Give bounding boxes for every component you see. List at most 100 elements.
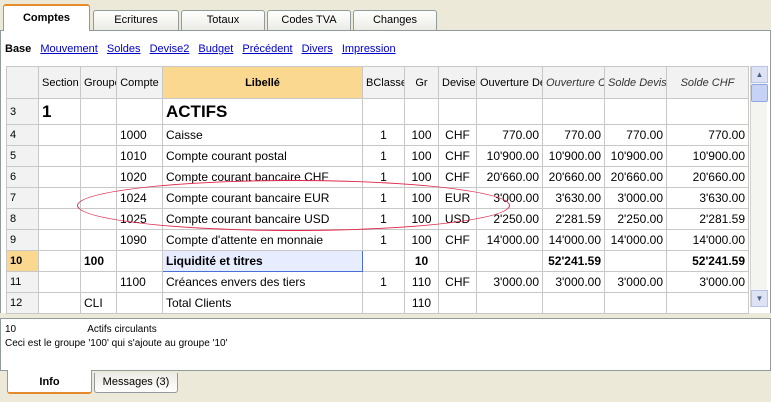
col-ouverture-chf[interactable]: Ouverture CHF: [542, 66, 605, 99]
scroll-down-arrow-icon[interactable]: ▼: [751, 290, 768, 307]
cell-groupe[interactable]: [80, 166, 117, 188]
cell-bclasse[interactable]: 1: [362, 229, 405, 251]
cell-ouverture-chf[interactable]: 52'241.59: [542, 250, 605, 272]
cell-solde-chf[interactable]: 3'630.00: [666, 187, 749, 209]
cell-groupe[interactable]: [80, 187, 117, 209]
cell-compte[interactable]: [116, 98, 163, 125]
cell-gr[interactable]: 100: [404, 145, 439, 167]
cell-libelle[interactable]: Compte courant bancaire CHF: [162, 166, 363, 188]
view-base[interactable]: Base: [5, 43, 31, 55]
cell-gr[interactable]: 110: [404, 271, 439, 293]
cell-gr[interactable]: 100: [404, 229, 439, 251]
cell-ouverture-chf[interactable]: 20'660.00: [542, 166, 605, 188]
cell-solde-chf[interactable]: 2'281.59: [666, 208, 749, 230]
view-divers[interactable]: Divers: [302, 43, 333, 55]
cell-groupe[interactable]: [80, 271, 117, 293]
cell-section[interactable]: [38, 292, 81, 314]
cell-groupe[interactable]: [80, 229, 117, 251]
cell-compte[interactable]: 1025: [116, 208, 163, 230]
cell-solde-chf[interactable]: 20'660.00: [666, 166, 749, 188]
table-row[interactable]: 4 1000 Caisse 1 100 CHF 770.00 770.00 770.00 770.…: [6, 124, 749, 146]
view-mouvement[interactable]: Mouvement: [40, 43, 97, 55]
cell-solde-devise[interactable]: 3'000.00: [604, 271, 667, 293]
cell-ouverture-chf[interactable]: 10'900.00: [542, 145, 605, 167]
cell-groupe[interactable]: [80, 98, 117, 125]
cell-section[interactable]: [38, 208, 81, 230]
cell-ouverture-chf[interactable]: [542, 98, 605, 125]
table-row[interactable]: 8 1025 Compte courant bancaire USD 1 100 USD 2…: [6, 208, 749, 230]
cell-solde-devise[interactable]: [604, 98, 667, 125]
cell-ouverture-devise[interactable]: [476, 292, 543, 314]
cell-libelle[interactable]: Créances envers des tiers: [162, 271, 363, 293]
cell-gr[interactable]: 100: [404, 166, 439, 188]
table-row[interactable]: 6 1020 Compte courant bancaire CHF 1 100 CHF 2…: [6, 166, 749, 188]
cell-gr[interactable]: 110: [404, 292, 439, 314]
cell-solde-devise[interactable]: 3'000.00: [604, 187, 667, 209]
cell-devise[interactable]: USD: [438, 208, 477, 230]
cell-solde-devise[interactable]: [604, 292, 667, 314]
col-section[interactable]: Section: [38, 66, 81, 99]
col-bclasse[interactable]: BClasse: [362, 66, 405, 99]
cell-libelle[interactable]: Liquidité et titres: [162, 250, 363, 272]
cell-libelle[interactable]: Compte d'attente en monnaie: [162, 229, 363, 251]
view-devise2[interactable]: Devise2: [150, 43, 190, 55]
cell-compte[interactable]: 1024: [116, 187, 163, 209]
cell-section[interactable]: [38, 250, 81, 272]
cell-section[interactable]: [38, 229, 81, 251]
col-groupe[interactable]: Groupe: [80, 66, 117, 99]
cell-groupe[interactable]: [80, 208, 117, 230]
cell-compte[interactable]: [116, 250, 163, 272]
cell-solde-devise[interactable]: 20'660.00: [604, 166, 667, 188]
table-row[interactable]: 7 1024 Compte courant bancaire EUR 1 100 EUR 3…: [6, 187, 749, 209]
cell-gr[interactable]: 10: [404, 250, 439, 272]
cell-gr[interactable]: 100: [404, 208, 439, 230]
cell-solde-devise[interactable]: 10'900.00: [604, 145, 667, 167]
tab-changes[interactable]: Changes: [353, 10, 437, 30]
cell-bclasse[interactable]: 1: [362, 187, 405, 209]
table-row[interactable]: 10 100 Liquidité et titres 10 52'241.59 52'24…: [6, 250, 749, 272]
cell-ouverture-devise[interactable]: 3'000.00: [476, 187, 543, 209]
cell-devise[interactable]: [438, 250, 477, 272]
tab-messages[interactable]: Messages (3): [94, 373, 178, 393]
cell-bclasse[interactable]: 1: [362, 145, 405, 167]
cell-solde-devise[interactable]: [604, 250, 667, 272]
cell-compte[interactable]: 1020: [116, 166, 163, 188]
cell-ouverture-chf[interactable]: 14'000.00: [542, 229, 605, 251]
cell-ouverture-devise[interactable]: 770.00: [476, 124, 543, 146]
col-solde-devise[interactable]: Solde Devise: [604, 66, 667, 99]
cell-ouverture-devise[interactable]: 2'250.00: [476, 208, 543, 230]
table-row[interactable]: 12 CLI Total Clients 110: [6, 292, 749, 314]
cell-gr[interactable]: 100: [404, 187, 439, 209]
cell-ouverture-devise[interactable]: 3'000.00: [476, 271, 543, 293]
cell-bclasse[interactable]: 1: [362, 271, 405, 293]
cell-ouverture-chf[interactable]: 2'281.59: [542, 208, 605, 230]
cell-solde-chf[interactable]: 14'000.00: [666, 229, 749, 251]
table-row[interactable]: 9 1090 Compte d'attente en monnaie 1 100 CHF 1…: [6, 229, 749, 251]
cell-compte[interactable]: 1000: [116, 124, 163, 146]
col-devise[interactable]: Devise: [438, 66, 477, 99]
col-libelle[interactable]: Libellé: [162, 66, 363, 99]
cell-section[interactable]: 1: [38, 98, 81, 125]
cell-solde-devise[interactable]: 2'250.00: [604, 208, 667, 230]
view-budget[interactable]: Budget: [198, 43, 233, 55]
view-soldes[interactable]: Soldes: [107, 43, 141, 55]
table-row[interactable]: 5 1010 Compte courant postal 1 100 CHF 10'900.…: [6, 145, 749, 167]
cell-bclasse[interactable]: [362, 292, 405, 314]
cell-solde-devise[interactable]: 14'000.00: [604, 229, 667, 251]
tab-ecritures[interactable]: Ecritures: [93, 10, 179, 30]
scroll-up-arrow-icon[interactable]: ▲: [751, 66, 768, 83]
tab-totaux[interactable]: Totaux: [181, 10, 265, 30]
cell-groupe[interactable]: [80, 124, 117, 146]
cell-groupe[interactable]: [80, 145, 117, 167]
cell-libelle[interactable]: Compte courant bancaire EUR: [162, 187, 363, 209]
cell-gr[interactable]: [404, 98, 439, 125]
cell-ouverture-devise[interactable]: 20'660.00: [476, 166, 543, 188]
cell-libelle[interactable]: Compte courant postal: [162, 145, 363, 167]
cell-bclasse[interactable]: 1: [362, 166, 405, 188]
col-gr[interactable]: Gr: [404, 66, 439, 99]
table-row[interactable]: 3 1 ACTIFS: [6, 98, 749, 125]
scroll-thumb[interactable]: [751, 84, 768, 102]
cell-ouverture-devise[interactable]: [476, 250, 543, 272]
cell-solde-devise[interactable]: 770.00: [604, 124, 667, 146]
col-solde-chf[interactable]: Solde CHF: [666, 66, 749, 99]
